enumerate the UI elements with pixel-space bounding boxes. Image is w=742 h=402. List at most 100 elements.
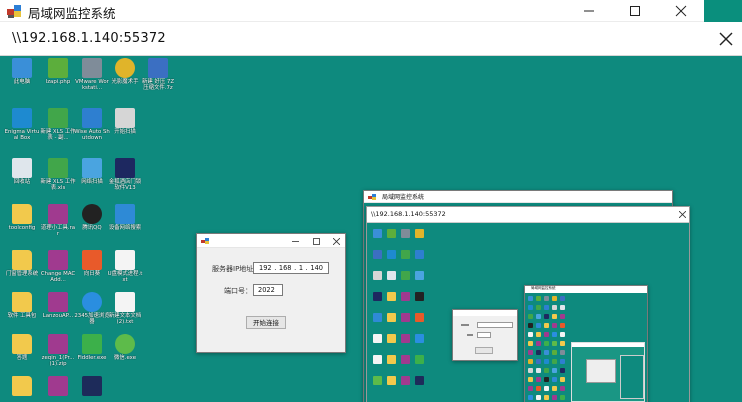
nested-icon [387,292,396,301]
dialog-close-icon[interactable] [333,238,340,245]
deep-icon [544,386,549,391]
nested-icon [401,229,410,238]
desktop-icon[interactable]: 新建 好压 7Z 压缩文件.7z [140,58,176,102]
desktop-icon[interactable]: 腾讯QQ [74,204,110,248]
desktop-icon-label: Wise Auto Shutdown [74,129,110,142]
deeper-nested-window: 局域网监控系统 [524,285,648,402]
remote-monitor-app: 局域网监控系统 \\192.168.1.140:55372 服务器IP地址： 1… [0,0,742,402]
fiddler-icon [82,334,102,354]
deep-icon [560,305,565,310]
disconnect-close-icon[interactable] [716,29,736,49]
nested-icon [401,313,410,322]
desktop-icon[interactable]: Fiddler.exe [74,334,110,378]
desktop-icon-label: 新建文本文档 (2).txt [108,313,142,326]
desktop-icon[interactable]: 光影魔术手 [107,58,143,102]
nested-icon [415,313,424,322]
desktop-icon[interactable]: 道理小工具.rar [40,204,76,248]
desktop-icon[interactable]: toolconfig [4,204,40,248]
ip-octet-3: 1 [298,264,304,272]
nested-icon [373,355,382,364]
desktop-icon[interactable]: VMware Workstati... [74,58,110,102]
desktop-icon[interactable] [40,376,76,402]
desktop-icon[interactable]: 门窗管理系统 [4,250,40,294]
deep-icon [536,368,541,373]
deeper-title-bar: 局域网监控系统 [525,286,647,293]
nested-button [475,347,493,354]
desktop-icon[interactable]: U盘模式进程.txt [107,250,143,294]
port-label: 端口号： [224,287,252,295]
deep-icon [552,314,557,319]
deep-icon [528,368,533,373]
dialog-title-bar[interactable] [197,234,345,248]
connect-dialog[interactable]: 服务器IP地址： 192. 168. 1. 140 端口号： 2022 开始连接 [196,233,346,353]
nested-icon [401,334,410,343]
desktop-icon[interactable]: lzapi.php [40,58,76,102]
desktop-icon[interactable]: 向日葵 [74,250,110,294]
desktop-icon[interactable] [74,376,110,402]
ip-octet-2: 168 [278,264,292,272]
deep-icon [544,359,549,364]
connection-address: \\192.168.1.140:55372 [12,31,166,46]
photoshop-icon [82,376,102,396]
xls-icon [48,158,68,178]
desktop-icon[interactable]: 答题 [4,334,40,378]
desktop-icon-label: 金狐酒店门锁软件V13 [108,179,142,192]
desktop-icon[interactable] [4,376,40,402]
address-bar: \\192.168.1.140:55372 [0,22,742,56]
desktop-icon[interactable]: 网络扫描 [74,158,110,202]
desktop-icon[interactable]: 新建文本文档 (2).txt [107,292,143,336]
nested-icon [387,355,396,364]
deep-icon [536,305,541,310]
desktop-icon[interactable]: 回收站 [4,158,40,202]
deep-icon [536,323,541,328]
deep-icon [528,332,533,337]
deeper-nested-title: 局域网监控系统 [531,286,556,290]
start-connect-button[interactable]: 开始连接 [246,316,286,329]
desktop-icon[interactable]: LanzouAP... [40,292,76,336]
deep-icon [544,296,549,301]
deep-icon [560,314,565,319]
nested-title: 局域网监控系统 [382,194,425,201]
deep-icon [552,296,557,301]
desktop-icon[interactable]: zeqin_1(Pr... (1).zip [40,334,76,378]
remote-desktop-view[interactable]: 服务器IP地址： 192. 168. 1. 140 端口号： 2022 开始连接… [0,56,742,402]
minimize-button[interactable] [566,0,612,22]
maximize-button[interactable] [612,0,658,22]
nested-icon [401,271,410,280]
desktop-icon[interactable]: 微信.exe [107,334,143,378]
desktop-icon[interactable]: 此电脑 [4,58,40,102]
nested-address: \\192.168.1.140:55372 [371,210,446,218]
desktop-icon[interactable]: Wise Auto Shutdown [74,108,110,152]
dialog-maximize-icon[interactable] [313,238,320,245]
desktop-icon[interactable]: 开始扫描 [107,108,143,152]
desktop-icon[interactable]: 新建 XLS 工作表.xls [40,158,76,202]
desktop-icon[interactable]: 设备网络搜索 [107,204,143,248]
close-button[interactable] [658,0,704,22]
desktop-icon[interactable]: Change MAC Add... [40,250,76,294]
nested-icon [415,355,424,364]
nested-icon [373,313,382,322]
deep-icon [552,395,557,400]
nested-ip-box [477,322,513,328]
desktop-icon[interactable]: 2345加速浏览器 [74,292,110,336]
title-bar[interactable]: 局域网监控系统 [0,0,704,22]
server-ip-input[interactable]: 192. 168. 1. 140 [253,262,329,274]
deep-icon [544,350,549,355]
ip-octet-1: 192 [259,264,272,272]
nested-monitor-inner[interactable]: \\192.168.1.140:55372 局域网监控系统 [366,206,690,402]
desktop-icon[interactable]: 新建 XLS 工作表 - 副... [40,108,76,152]
deep-icon [560,323,565,328]
deepest-inner [620,355,644,399]
desktop-icon-label: Change MAC Add... [40,271,76,284]
desktop-icon[interactable]: 金狐酒店门锁软件V13 [107,158,143,202]
port-input[interactable]: 2022 [253,284,283,296]
deep-icon [536,377,541,382]
dialog-minimize-icon[interactable] [292,238,299,245]
minimize-icon [584,10,594,12]
desktop-icon[interactable]: Enigma Virtual Box [4,108,40,152]
desktop-icon[interactable]: 软件 工具包 [4,292,40,336]
archive-icon [148,58,168,78]
nested-icon [373,376,382,385]
desktop-icon-label: 道理小工具.rar [40,225,76,238]
folder-icon [12,204,32,224]
